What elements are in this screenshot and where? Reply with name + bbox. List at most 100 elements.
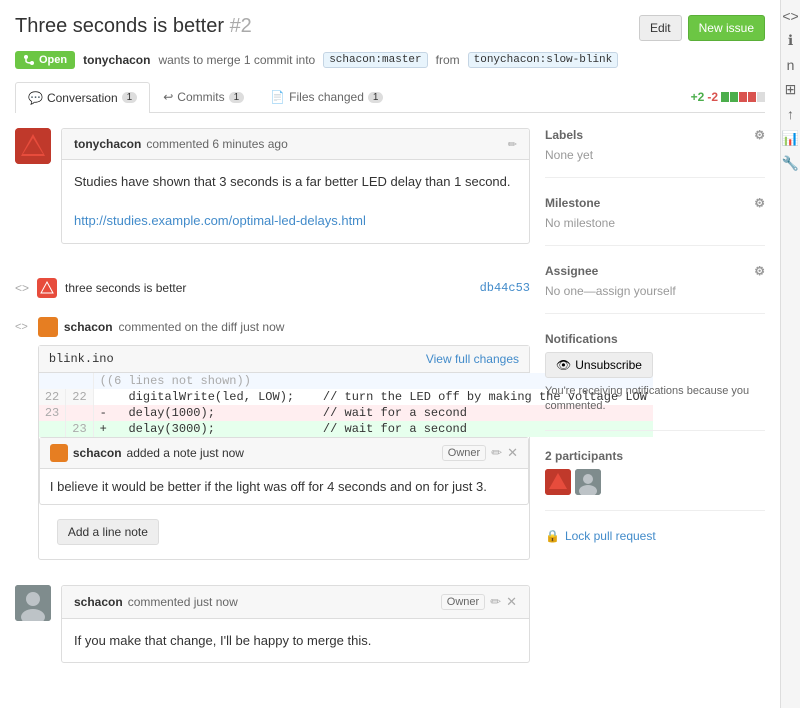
comment-body-1: Studies have shown that 3 seconds is a f…: [62, 160, 529, 243]
diff-comment-header: schacon commented on the diff just now: [38, 317, 530, 337]
inline-note-header: schacon added a note just now Owner ✏ ✕: [40, 438, 528, 469]
pr-tabs: 💬 Conversation 1 ↩ Commits 1 📄 Files cha…: [15, 81, 765, 113]
nav-tools-icon[interactable]: 🔧: [782, 155, 799, 172]
bottom-comment-body: If you make that change, I'll be happy t…: [62, 619, 529, 663]
pr-title: Three seconds is better #2: [15, 15, 252, 38]
diff-block-green-1: [721, 92, 729, 102]
eye-icon: 👁: [556, 358, 571, 372]
right-github-nav: <> ℹ n ⊞ ↑ 📊 🔧: [780, 0, 800, 708]
lock-icon: 🔒: [545, 529, 560, 543]
edit-button[interactable]: Edit: [639, 15, 682, 41]
comment-link-1[interactable]: http://studies.example.com/optimal-led-d…: [74, 213, 366, 228]
diff-block-red-1: [739, 92, 747, 102]
assignee-section: Assignee ⚙ No one—assign yourself: [545, 264, 765, 314]
diff-filename: blink.ino: [49, 352, 114, 366]
base-branch[interactable]: schacon:master: [323, 52, 427, 68]
diff-stats: +2 -2: [691, 90, 765, 104]
participants-row: [545, 469, 765, 495]
new-issue-button[interactable]: New issue: [688, 15, 765, 41]
nav-code-icon[interactable]: <>: [782, 8, 798, 24]
unsubscribe-button[interactable]: 👁 Unsubscribe: [545, 352, 653, 378]
comment-header-1: tonychacon commented 6 minutes ago ✏: [62, 129, 529, 160]
pr-header-actions: Edit New issue: [639, 15, 765, 41]
nav-chart-icon[interactable]: 📊: [782, 130, 799, 147]
nav-up-icon[interactable]: ↑: [787, 106, 794, 122]
participant-avatar-tonychacon[interactable]: [545, 469, 571, 495]
commit-item: <> three seconds is better db44c53: [15, 274, 530, 302]
commit-sha[interactable]: db44c53: [480, 281, 530, 295]
notifications-text: You're receiving notifications because y…: [545, 384, 765, 415]
bottom-comment-edit-icon[interactable]: ✏: [490, 594, 501, 610]
participants-section: 2 participants: [545, 449, 765, 511]
diff-block-green-2: [730, 92, 738, 102]
inline-note-owner-badge: Owner: [442, 445, 486, 461]
comment-author-1: tonychacon: [74, 137, 141, 151]
comment-edit-icon-1[interactable]: ✏: [508, 138, 517, 151]
notifications-section: Notifications 👁 Unsubscribe You're recei…: [545, 332, 765, 431]
tonychacon-avatar-img: [15, 128, 51, 164]
participants-title: 2 participants: [545, 449, 623, 463]
assignee-value[interactable]: No one—assign yourself: [545, 284, 765, 298]
nav-info-icon[interactable]: ℹ: [788, 32, 793, 49]
inline-note-body: I believe it would be better if the ligh…: [40, 469, 528, 504]
milestone-title: Milestone: [545, 196, 600, 210]
diff-icon: <>: [15, 281, 29, 295]
inline-note-delete-icon[interactable]: ✕: [507, 445, 518, 461]
diff-bar: [721, 92, 765, 102]
git-merge-icon: [23, 54, 35, 66]
comment-box-1: tonychacon commented 6 minutes ago ✏ Stu…: [61, 128, 530, 244]
assignee-title: Assignee: [545, 264, 598, 278]
milestone-value: No milestone: [545, 216, 765, 230]
pr-sidebar: Labels ⚙ None yet Milestone ⚙ No milesto…: [545, 128, 765, 693]
tab-commits[interactable]: ↩ Commits 1: [150, 81, 257, 112]
commits-icon: ↩: [163, 90, 173, 104]
conversation-count: 1: [122, 92, 138, 103]
commit-message: three seconds is better: [65, 281, 186, 295]
commits-count: 1: [229, 92, 245, 103]
pr-status-badge: Open: [15, 51, 75, 69]
avatar-tonychacon: [15, 128, 51, 164]
pr-action-text: wants to merge 1 commit into: [158, 53, 315, 67]
comment-box-bottom: schacon commented just now Owner ✏ ✕ If …: [61, 585, 530, 664]
bottom-comment-owner-badge: Owner: [441, 594, 485, 610]
diff-block-red-2: [748, 92, 756, 102]
files-icon: 📄: [270, 90, 285, 104]
bottom-comment-author: schacon: [74, 595, 123, 609]
content-layout: tonychacon commented 6 minutes ago ✏ Stu…: [15, 128, 765, 693]
tab-conversation[interactable]: 💬 Conversation 1: [15, 82, 150, 113]
bottom-comment-time: commented just now: [128, 595, 238, 609]
tab-files-changed[interactable]: 📄 Files changed 1: [257, 81, 396, 112]
participant-avatar-schacon[interactable]: [575, 469, 601, 495]
timeline-item-diff-comment: <> schacon commented on the diff just no…: [15, 317, 530, 570]
add-line-note-button[interactable]: Add a line note: [57, 519, 159, 545]
pr-author: tonychacon: [83, 53, 150, 67]
milestone-gear-icon[interactable]: ⚙: [754, 196, 765, 210]
comment-header-bottom: schacon commented just now Owner ✏ ✕: [62, 586, 529, 619]
inline-note-box: schacon added a note just now Owner ✏ ✕: [39, 437, 529, 505]
schacon-photo-avatar: [15, 585, 51, 621]
comment-time-1: commented 6 minutes ago: [146, 137, 287, 151]
timeline: tonychacon commented 6 minutes ago ✏ Stu…: [15, 128, 530, 693]
inline-note-author: schacon: [73, 446, 122, 460]
diff-file-header: blink.ino View full changes: [39, 346, 529, 373]
head-branch[interactable]: tonychacon:slow-blink: [468, 52, 619, 68]
pr-header: Three seconds is better #2 Edit New issu…: [15, 15, 765, 41]
from-text: from: [436, 53, 460, 67]
view-full-changes-link[interactable]: View full changes: [426, 352, 519, 366]
inline-note-edit-icon[interactable]: ✏: [491, 445, 502, 461]
pr-meta: Open tonychacon wants to merge 1 commit …: [15, 51, 765, 69]
bottom-comment-delete-icon[interactable]: ✕: [506, 594, 517, 610]
lock-section: 🔒 Lock pull request: [545, 529, 765, 558]
inline-note-avatar: [50, 444, 68, 462]
labels-section: Labels ⚙ None yet: [545, 128, 765, 178]
schacon-avatar-small: [38, 317, 58, 337]
files-count: 1: [368, 92, 384, 103]
labels-gear-icon[interactable]: ⚙: [754, 128, 765, 142]
nav-grid-icon[interactable]: ⊞: [785, 81, 797, 98]
labels-value: None yet: [545, 148, 765, 162]
milestone-section: Milestone ⚙ No milestone: [545, 196, 765, 246]
labels-title: Labels: [545, 128, 583, 142]
assignee-gear-icon[interactable]: ⚙: [754, 264, 765, 278]
nav-person-icon[interactable]: n: [787, 57, 795, 73]
lock-pr-link[interactable]: 🔒 Lock pull request: [545, 529, 765, 543]
